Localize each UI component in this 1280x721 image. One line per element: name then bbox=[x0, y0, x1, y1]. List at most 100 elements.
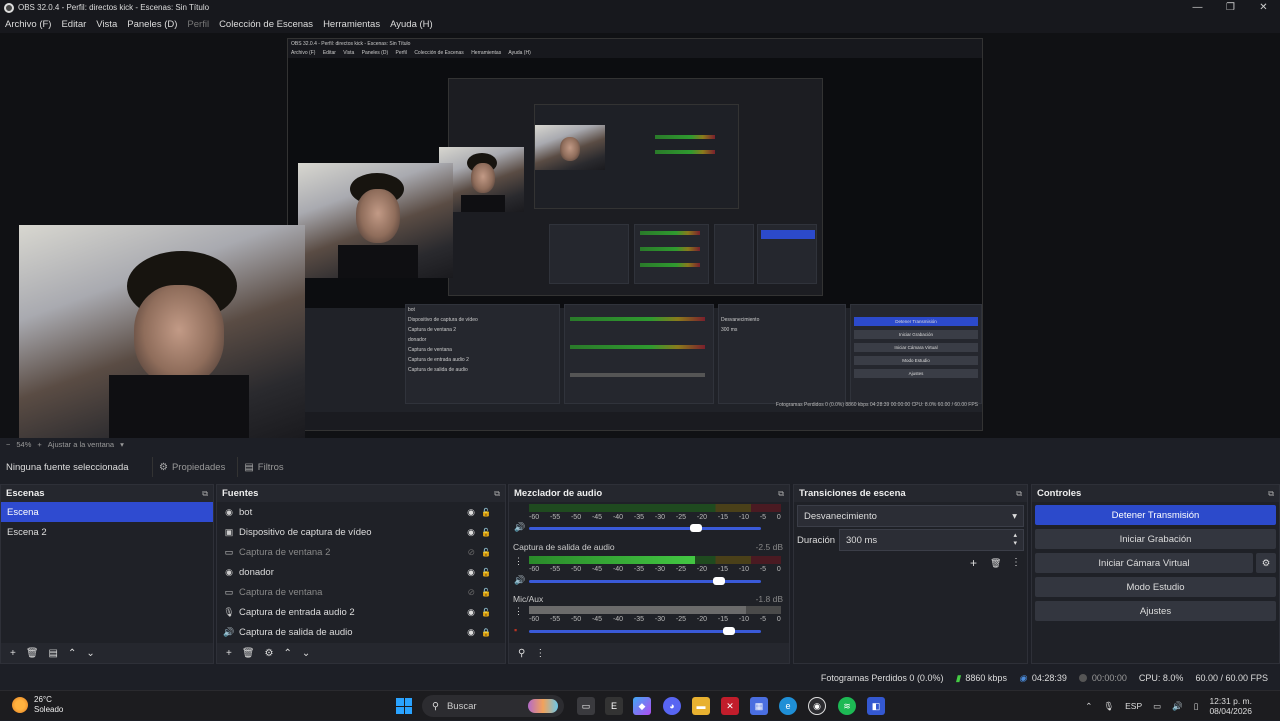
language-indicator[interactable]: ESP bbox=[1125, 701, 1142, 711]
stop-streaming-button[interactable]: Detener Transmisión bbox=[1035, 505, 1276, 525]
chevron-down-icon[interactable]: ▾ bbox=[120, 440, 124, 449]
weather-widget[interactable]: 26°C Soleado bbox=[12, 695, 63, 715]
source-item[interactable]: ◉ bot ◉ 🔓 bbox=[217, 502, 505, 522]
undock-icon[interactable]: ⧉ bbox=[1268, 489, 1274, 499]
menu-docks[interactable]: Paneles (D) bbox=[127, 19, 177, 30]
menu-file[interactable]: Archivo (F) bbox=[5, 19, 51, 30]
undock-icon[interactable]: ⧉ bbox=[494, 489, 500, 499]
duration-input[interactable]: 300 ms ▴ ▾ bbox=[839, 529, 1024, 551]
studio-mode-button[interactable]: Modo Estudio bbox=[1035, 577, 1276, 597]
source-item[interactable]: ▣ Dispositivo de captura de vídeo ◉ 🔓 bbox=[217, 522, 505, 542]
zoom-in-button[interactable]: + bbox=[37, 440, 41, 449]
close-button[interactable]: ✕ bbox=[1247, 0, 1280, 15]
menu-profile[interactable]: Perfil bbox=[187, 19, 209, 30]
maximize-button[interactable]: ❐ bbox=[1214, 0, 1247, 15]
kebab-menu-icon[interactable]: ⋮ bbox=[514, 606, 523, 617]
zoom-out-button[interactable]: − bbox=[6, 440, 10, 449]
chevron-up-icon[interactable]: ⌃ bbox=[1085, 701, 1092, 712]
epic-games-icon[interactable]: E bbox=[605, 697, 623, 715]
eye-icon[interactable]: ◉ bbox=[467, 527, 475, 538]
menu-tools[interactable]: Herramientas bbox=[323, 19, 380, 30]
arrow-up-icon[interactable]: ⌃ bbox=[284, 648, 292, 659]
add-icon[interactable]: + bbox=[970, 556, 977, 570]
unlock-icon[interactable]: 🔓 bbox=[481, 608, 491, 617]
volume-knob[interactable] bbox=[722, 627, 735, 635]
windows-start-icon[interactable] bbox=[396, 698, 412, 714]
volume-knob[interactable] bbox=[690, 524, 703, 532]
trash-icon[interactable]: 🗑 bbox=[242, 648, 255, 659]
menu-view[interactable]: Vista bbox=[96, 19, 117, 30]
scene-item[interactable]: Escena 2 bbox=[1, 522, 213, 542]
battery-icon[interactable]: ▯ bbox=[1194, 701, 1199, 712]
capcut-icon[interactable]: ✕ bbox=[721, 697, 739, 715]
kebab-menu-icon[interactable]: ⋮ bbox=[514, 556, 523, 567]
source-item[interactable]: ▭ Captura de ventana 2 ⊘ 🔓 bbox=[217, 542, 505, 562]
add-icon[interactable]: + bbox=[226, 648, 232, 659]
eye-icon[interactable]: ◉ bbox=[467, 507, 475, 518]
settings-button[interactable]: Ajustes bbox=[1035, 601, 1276, 621]
filter-icon[interactable]: ▤ bbox=[49, 648, 58, 659]
volume-slider[interactable] bbox=[529, 627, 761, 635]
unlock-icon[interactable]: 🔓 bbox=[481, 588, 491, 597]
network-icon[interactable]: ▭ bbox=[1153, 701, 1161, 712]
preview-canvas[interactable]: OBS 32.0.4 - Perfil: directos kick - Esc… bbox=[0, 33, 1280, 438]
undock-icon[interactable]: ⧉ bbox=[1016, 489, 1022, 499]
filters-button[interactable]: ▤ Filtros bbox=[237, 457, 289, 477]
volume-icon[interactable]: 🔊 bbox=[1172, 701, 1183, 712]
volume-knob[interactable] bbox=[713, 577, 726, 585]
trash-icon[interactable]: 🗑 bbox=[990, 558, 1001, 569]
discord-icon[interactable]: ◕ bbox=[663, 697, 681, 715]
mute-icon[interactable]: ▪ bbox=[514, 625, 517, 635]
trash-icon[interactable]: 🗑 bbox=[26, 648, 39, 659]
source-item[interactable]: 🔊 Captura de salida de audio ◉ 🔒 bbox=[217, 622, 505, 642]
store-icon[interactable]: ▦ bbox=[750, 697, 768, 715]
fit-to-window[interactable]: Ajustar a la ventana bbox=[48, 440, 114, 449]
properties-button[interactable]: ⚙ Propiedades bbox=[152, 457, 231, 477]
lock-icon[interactable]: 🔒 bbox=[481, 628, 491, 637]
file-explorer-icon[interactable]: ▬ bbox=[692, 697, 710, 715]
eye-hidden-icon[interactable]: ⊘ bbox=[467, 587, 475, 598]
source-item[interactable]: ▭ Captura de ventana ⊘ 🔓 bbox=[217, 582, 505, 602]
virtual-camera-settings-button[interactable]: ⚙ bbox=[1256, 553, 1276, 573]
unlock-icon[interactable]: 🔓 bbox=[481, 568, 491, 577]
unlock-icon[interactable]: 🔓 bbox=[481, 508, 491, 517]
link-icon[interactable]: ⚲ bbox=[518, 648, 525, 659]
start-recording-button[interactable]: Iniciar Grabación bbox=[1035, 529, 1276, 549]
speaker-icon[interactable]: 🔊 bbox=[514, 522, 525, 533]
source-item[interactable]: ◉ donador ◉ 🔓 bbox=[217, 562, 505, 582]
gear-icon[interactable]: ⚙ bbox=[265, 648, 274, 659]
copilot-icon[interactable]: ◆ bbox=[633, 697, 651, 715]
kebab-menu-icon[interactable]: ⋮ bbox=[535, 648, 545, 659]
kebab-menu-icon[interactable]: ⋮ bbox=[1011, 557, 1021, 568]
task-view-icon[interactable]: ▭ bbox=[577, 697, 595, 715]
arrow-up-icon[interactable]: ⌃ bbox=[68, 648, 76, 659]
taskbar-search[interactable]: ⚲ Buscar bbox=[422, 695, 564, 717]
volume-slider[interactable] bbox=[529, 577, 761, 585]
minimize-button[interactable]: — bbox=[1181, 0, 1214, 15]
menu-edit[interactable]: Editar bbox=[61, 19, 86, 30]
eye-icon[interactable]: ◉ bbox=[467, 567, 475, 578]
undock-icon[interactable]: ⧉ bbox=[202, 489, 208, 499]
menu-scene-collection[interactable]: Colección de Escenas bbox=[219, 19, 313, 30]
arrow-down-icon[interactable]: ⌄ bbox=[302, 648, 310, 659]
eye-hidden-icon[interactable]: ⊘ bbox=[467, 547, 475, 558]
add-icon[interactable]: + bbox=[10, 648, 16, 659]
unlock-icon[interactable]: 🔓 bbox=[481, 528, 491, 537]
transition-select[interactable]: Desvanecimiento ▾ bbox=[797, 505, 1024, 527]
arrow-down-icon[interactable]: ⌄ bbox=[86, 648, 94, 659]
eye-icon[interactable]: ◉ bbox=[467, 627, 475, 638]
edge-icon[interactable]: e bbox=[779, 697, 797, 715]
scene-item[interactable]: Escena bbox=[1, 502, 213, 522]
volume-slider[interactable] bbox=[529, 524, 761, 532]
source-item[interactable]: 🎙 Captura de entrada audio 2 ◉ 🔓 bbox=[217, 602, 505, 622]
undock-icon[interactable]: ⧉ bbox=[778, 489, 784, 499]
menu-help[interactable]: Ayuda (H) bbox=[390, 19, 433, 30]
unlock-icon[interactable]: 🔓 bbox=[481, 548, 491, 557]
clock[interactable]: 12:31 p. m. 08/04/2026 bbox=[1209, 696, 1252, 716]
start-virtual-camera-button[interactable]: Iniciar Cámara Virtual bbox=[1035, 553, 1253, 573]
app-icon[interactable]: ◧ bbox=[867, 697, 885, 715]
spin-arrows-icon[interactable]: ▴ ▾ bbox=[1013, 532, 1017, 548]
mic-icon[interactable]: 🎙 bbox=[1103, 701, 1114, 712]
obs-icon[interactable]: ◉ bbox=[808, 697, 826, 715]
eye-icon[interactable]: ◉ bbox=[467, 607, 475, 618]
